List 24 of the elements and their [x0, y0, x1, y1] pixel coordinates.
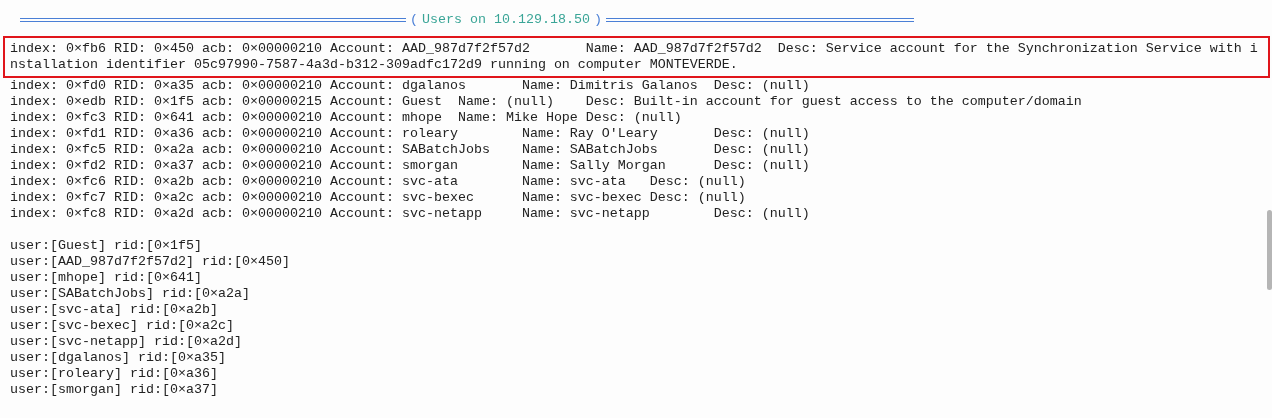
user-row-text: user:[mhope] rid:[0×641]	[10, 270, 203, 286]
account-row-text: index: 0×fd2 RID: 0×a37 acb: 0×00000210 Account: smorgan Name: Sally Morgan Desc: (null)	[10, 158, 811, 174]
account-row-text: index: 0×fd1 RID: 0×a36 acb: 0×00000210 Account: roleary Name: Ray O'Leary Desc: (null)	[10, 126, 811, 142]
section-title: Users on 10.129.18.50	[422, 12, 590, 28]
user-row-text: user:[roleary] rid:[0×a36]	[10, 366, 219, 382]
account-row-text: index: 0×fc7 RID: 0×a2c acb: 0×00000210 Account: svc-bexec Name: svc-bexec Desc: (null)	[10, 190, 747, 206]
scrollbar[interactable]	[1267, 210, 1272, 290]
user-row-text: user:[SABatchJobs] rid:[0×a2a]	[10, 286, 251, 302]
user-row-text: user:[svc-bexec] rid:[0×a2c]	[10, 318, 235, 334]
bracket: (	[409, 12, 419, 28]
bracket: )	[592, 12, 603, 28]
user-row-text: user:[svc-ata] rid:[0×a2b]	[10, 302, 219, 318]
account-row-text: index: 0×fc3 RID: 0×641 acb: 0×00000210 Account: mhope Name: Mike Hope Desc: (null)	[10, 110, 683, 126]
account-row-text: index: 0×fc5 RID: 0×a2a acb: 0×00000210 Account: SABatchJobs Name: SABatchJobs Desc: (null)	[10, 142, 811, 158]
user-row-text: user:[dgalanos] rid:[0×a35]	[10, 350, 227, 366]
user-row-text: user:[AAD_987d7f2f57d2] rid:[0×450]	[10, 254, 291, 270]
account-row-text: index: 0×fd0 RID: 0×a35 acb: 0×00000210 Account: dgalanos Name: Dimitris Galanos Desc: (null)	[10, 78, 811, 94]
account-row-text: index: 0×fc6 RID: 0×a2b acb: 0×00000210 Account: svc-ata Name: svc-ata Desc: (null)	[10, 174, 747, 190]
user-row-text: user:[smorgan] rid:[0×a37]	[10, 382, 219, 398]
user-row-text: user:[svc-netapp] rid:[0×a2d]	[10, 334, 243, 350]
user-row-text: user:[Guest] rid:[0×1f5]	[10, 238, 203, 254]
account-row-text: index: 0×fc8 RID: 0×a2d acb: 0×00000210 Account: svc-netapp Name: svc-netapp Desc: (null)	[10, 206, 811, 222]
account-row-text: index: 0×edb RID: 0×1f5 acb: 0×00000215 Account: Guest Name: (null) Desc: Built-in account for guest access to the computer/domain	[10, 94, 1083, 110]
highlighted-account-row: index: 0×fb6 RID: 0×450 acb: 0×00000210 Account: AAD_987d7f2f57d2 Name: AAD_987d7f2f57d2 Desc: Service account for the Synchronization Service with installation identifier 05c97990-7587-4a3d-b312-309adfc172d9 running on computer MONTEVERDE.	[3, 36, 1270, 78]
